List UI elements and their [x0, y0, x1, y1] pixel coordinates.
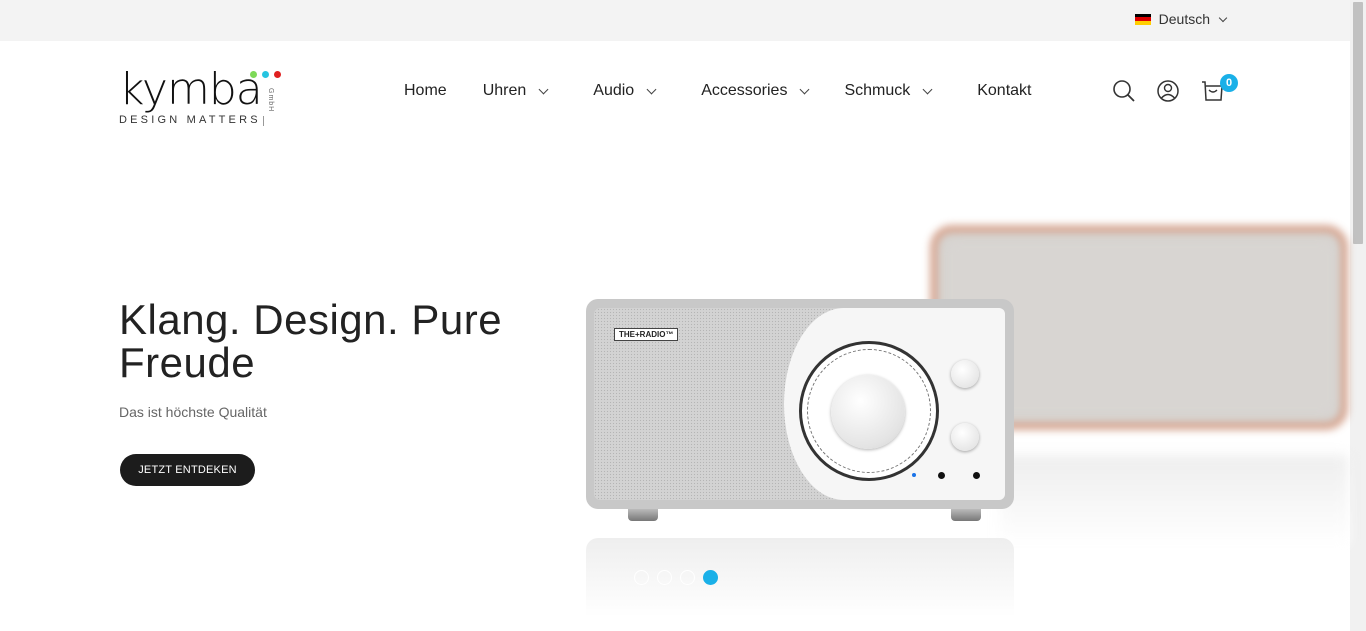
hero-title: Klang. Design. Pure Freude: [119, 296, 503, 386]
logo-dot-green: [250, 71, 257, 78]
header-actions: 0: [1112, 74, 1238, 104]
language-label: Deutsch: [1158, 11, 1210, 27]
nav-home-label: Home: [404, 82, 447, 99]
scrollbar-thumb[interactable]: [1353, 2, 1363, 244]
nav-schmuck[interactable]: Schmuck: [844, 82, 933, 100]
nav-kontakt[interactable]: Kontakt: [977, 82, 1031, 100]
radio-brand-label: THE+RADIO™: [614, 328, 679, 341]
nav-audio-label: Audio: [593, 82, 635, 99]
slider-pagination: [634, 570, 718, 585]
logo-suffix: GmbH: [267, 88, 274, 113]
nav-accessories-label: Accessories: [701, 82, 788, 99]
chevron-down-icon: [799, 84, 810, 94]
radio-foot-left: [628, 509, 658, 521]
radio-aux-jack: [938, 472, 945, 479]
radio-tuning-knob: [831, 375, 905, 449]
nav-uhren-label: Uhren: [482, 82, 527, 99]
nav-accessories[interactable]: Accessories: [701, 82, 810, 100]
cta-button[interactable]: JETZT ENTDEKEN: [120, 454, 255, 486]
background-reflection: [1000, 455, 1348, 545]
cart-icon[interactable]: 0: [1200, 74, 1238, 104]
radio-band-knob: [951, 423, 979, 451]
chevron-down-icon: [1218, 13, 1228, 22]
radio-body: THE+RADIO™: [594, 308, 1005, 500]
slider-dot-2[interactable]: [657, 570, 672, 585]
nav-audio[interactable]: Audio: [593, 82, 657, 100]
logo-dot-red: [274, 71, 281, 78]
nav-kontakt-label: Kontakt: [977, 82, 1032, 99]
logo-tagline: DESIGN MATTERS: [119, 114, 261, 126]
radio-power-knob: [951, 360, 979, 388]
cart-count-badge: 0: [1220, 74, 1238, 92]
radio-headphone-jack: [973, 472, 980, 479]
radio-foot-right: [951, 509, 981, 521]
slider-dot-4[interactable]: [703, 570, 718, 585]
scrollbar[interactable]: [1350, 0, 1366, 631]
chevron-down-icon: [922, 84, 933, 94]
logo-divider: [263, 116, 264, 126]
nav-uhren[interactable]: Uhren: [482, 82, 549, 100]
radio-tune-led: [912, 473, 916, 477]
chevron-down-icon: [538, 84, 549, 94]
nav-home[interactable]: Home: [404, 82, 447, 100]
radio-product-image: THE+RADIO™: [586, 299, 1014, 509]
slider-dot-1[interactable]: [634, 570, 649, 585]
top-bar: Deutsch: [0, 0, 1350, 41]
main-nav: Home Uhren Audio Accessories Schmuck Kon…: [404, 82, 1032, 100]
user-icon[interactable]: [1156, 78, 1180, 104]
search-icon[interactable]: [1112, 78, 1136, 104]
logo[interactable]: kymba GmbH DESIGN MATTERS: [119, 64, 289, 130]
logo-dot-cyan: [262, 71, 269, 78]
hero-subtitle: Das ist höchste Qualität: [119, 404, 267, 420]
language-selector[interactable]: Deutsch: [1134, 11, 1228, 27]
slider-dot-3[interactable]: [680, 570, 695, 585]
chevron-down-icon: [646, 84, 657, 94]
logo-wordmark: kymba: [119, 64, 263, 115]
nav-schmuck-label: Schmuck: [844, 82, 911, 99]
german-flag-icon: [1134, 13, 1151, 25]
